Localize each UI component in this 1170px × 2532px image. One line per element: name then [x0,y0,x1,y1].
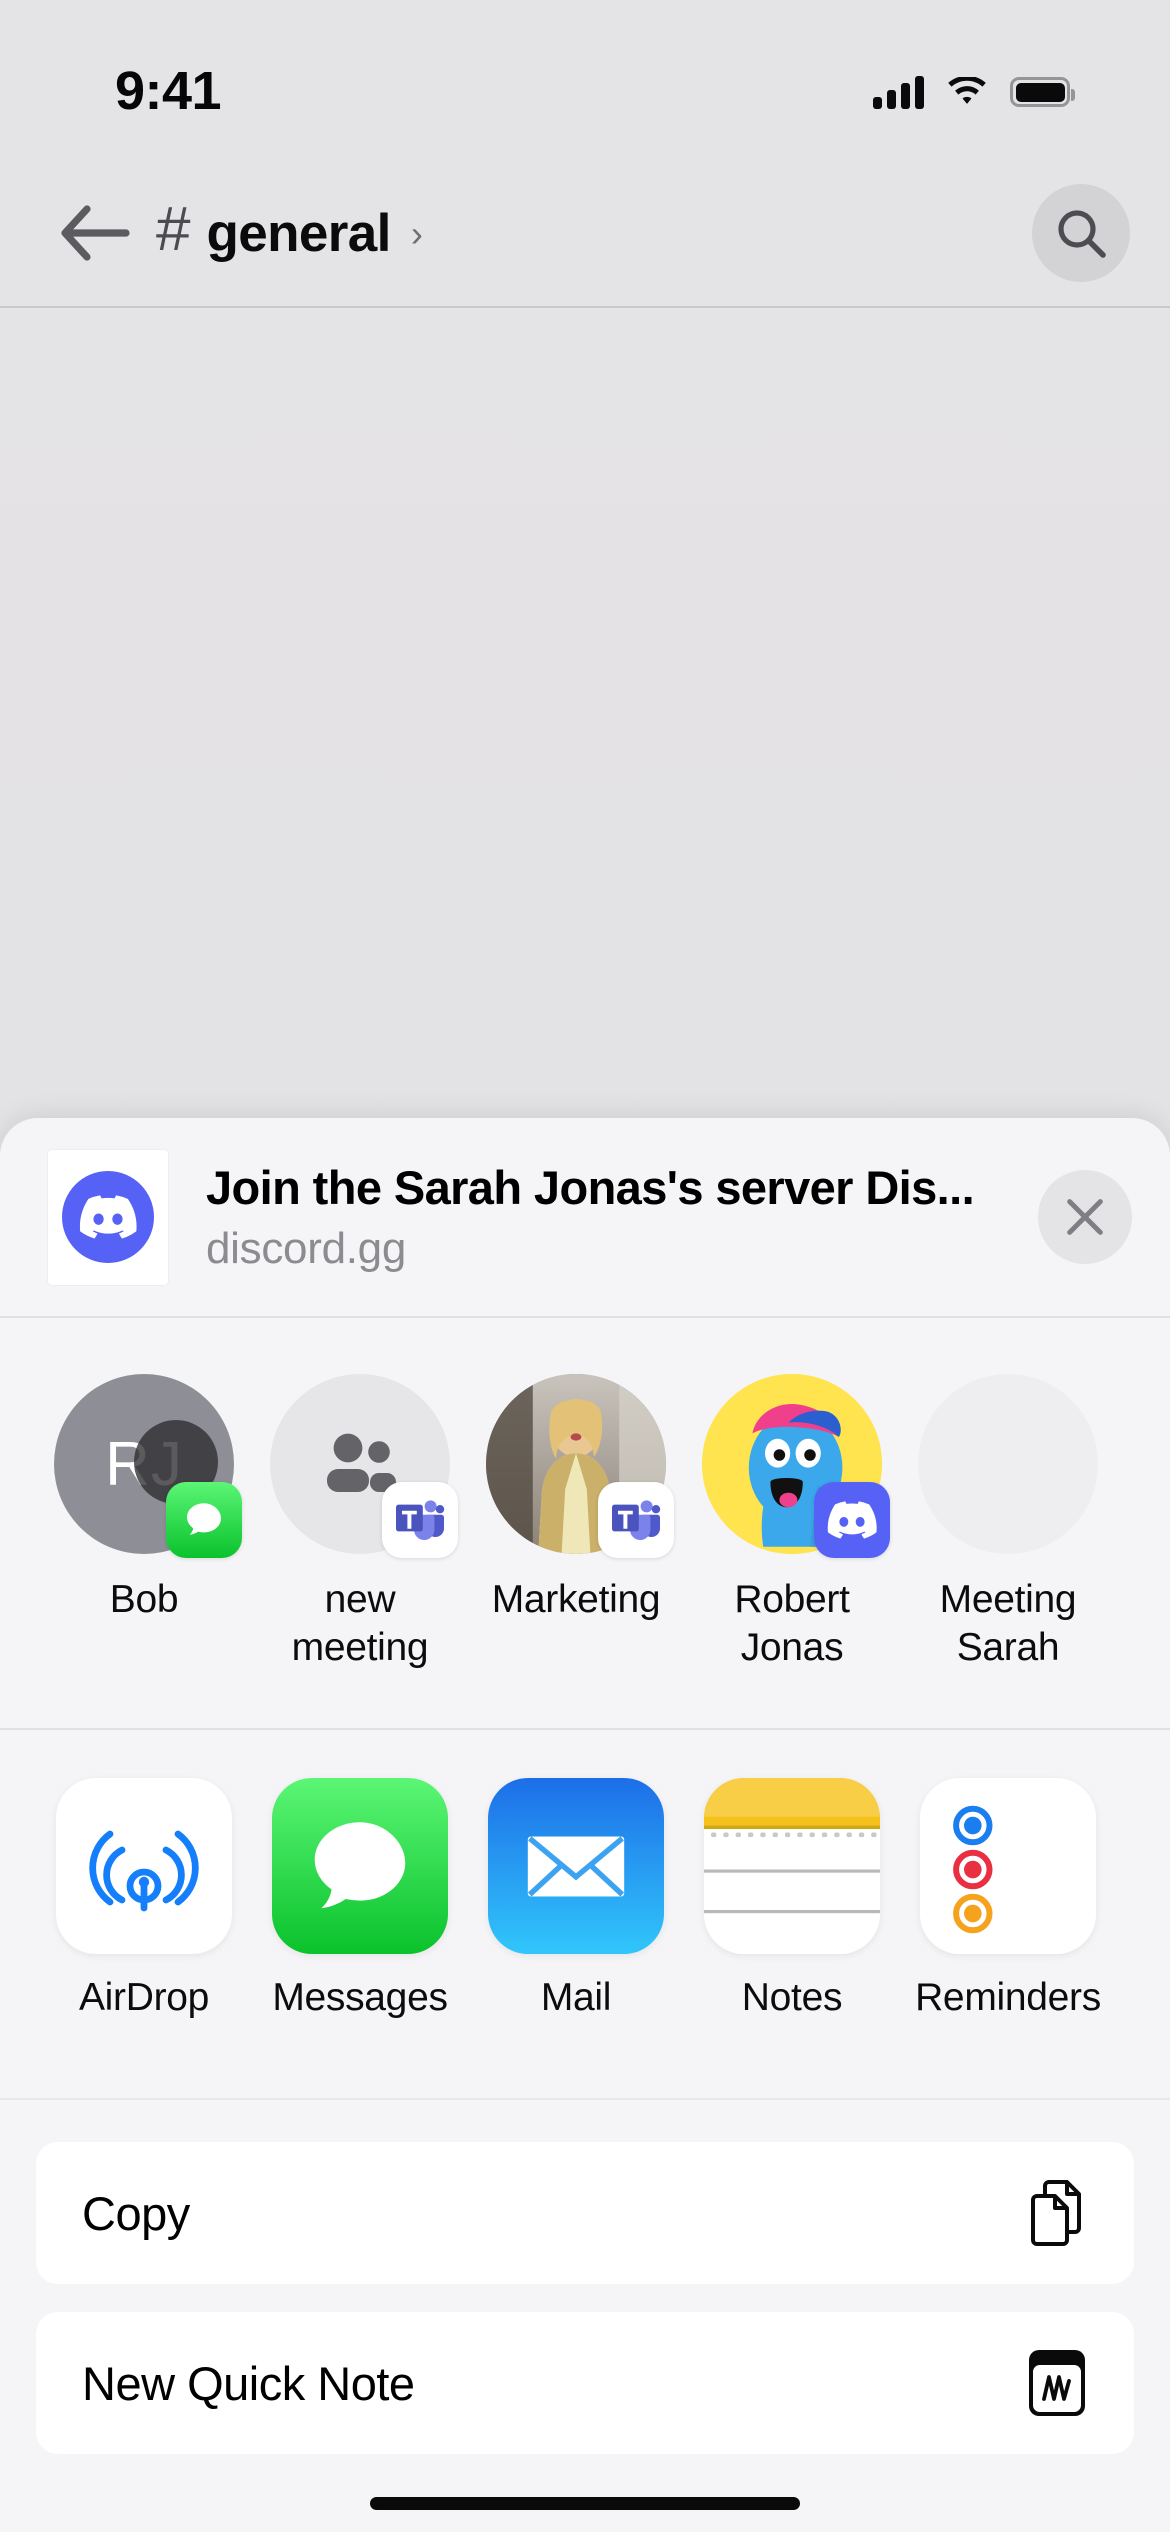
messages-icon [166,1482,242,1558]
chevron-right-icon: › [410,213,423,254]
share-app-airdrop[interactable]: AirDrop [36,1778,252,2020]
hash-icon: # [156,195,191,264]
microsoft-teams-icon [396,1500,445,1540]
close-icon [1067,1199,1103,1235]
action-label: New Quick Note [82,2356,415,2410]
avatar-wrap [702,1374,890,1558]
microsoft-teams-icon [612,1500,661,1540]
contact-item[interactable]: Meeting Sarah [900,1374,1116,1673]
contact-name: new meeting [291,1578,429,1670]
teams-icon [598,1482,674,1558]
app-label: Mail [540,1976,612,2019]
avatar-wrap [486,1374,674,1558]
app-label: Reminders [915,1976,1101,2019]
quick-note-icon [1022,2348,1092,2418]
link-preview-text: Join the Sarah Jonas's server Dis... dis… [206,1160,1038,1273]
avatar-wrap [270,1374,458,1558]
link-favicon [48,1149,168,1285]
quick-note-glyph [1029,2350,1085,2416]
app-label: Notes [741,1976,843,2019]
status-bar-time: 9:41 [115,61,222,121]
cellular-bars-icon [873,75,924,109]
reminders-icon [920,1778,1096,1954]
contact-name: Meeting Sarah [939,1578,1077,1670]
avatar-wrap: RJ [54,1374,242,1558]
home-indicator [370,2497,800,2510]
share-app-notes[interactable]: Notes [684,1778,900,2020]
avatar [918,1374,1098,1554]
link-preview-domain: discord.gg [206,1223,407,1273]
share-actions-list: Copy New Quick Note [0,2100,1170,2454]
share-sheet: Join the Sarah Jonas's server Dis... dis… [0,1118,1170,2532]
chat-bubble-icon [314,1822,406,1909]
copy-icon [1022,2178,1092,2248]
contact-name: Robert Jonas [734,1578,850,1670]
discord-logo-icon [79,1195,137,1239]
app-label: AirDrop [78,1976,210,2019]
contact-item[interactable]: new meeting [252,1374,468,1673]
airdrop-icon [56,1778,232,1954]
chat-bubble-icon [187,1503,221,1535]
arrow-left-icon [61,205,130,261]
share-app-mail[interactable]: Mail [468,1778,684,2020]
search-icon [1058,210,1106,258]
avatar-wrap [918,1374,1098,1554]
back-button[interactable] [52,190,138,276]
iphone-screen: 9:41 # general › Join the Sarah Jonas's … [0,0,1170,2532]
wifi-icon [948,76,986,104]
close-button[interactable] [1038,1170,1132,1264]
notes-icon [704,1778,880,1954]
action-new-quick-note[interactable]: New Quick Note [36,2312,1134,2454]
navigation-bar: # general › [0,160,1170,308]
action-copy[interactable]: Copy [36,2142,1134,2284]
contact-name: Marketing [491,1578,661,1621]
messages-icon [272,1778,448,1954]
action-label: Copy [82,2186,190,2240]
contact-item[interactable]: RJ Bob [36,1374,252,1624]
mail-icon [488,1778,664,1954]
contacts-suggestions-row[interactable]: RJ Bob [0,1318,1170,1730]
link-preview-title: Join the Sarah Jonas's server Dis... [206,1161,975,1215]
channel-title-group[interactable]: # general › [156,199,1032,264]
share-app-messages[interactable]: Messages [252,1778,468,2020]
status-bar-indicators [873,51,1075,109]
app-label: Messages [272,1976,448,2019]
discord-logo-icon [827,1501,877,1539]
battery-full-icon [1010,77,1075,107]
contact-item[interactable]: Marketing [468,1374,684,1624]
contact-name: Bob [109,1578,179,1621]
discord-icon [62,1171,154,1263]
page-title: general [206,203,391,263]
contact-item[interactable]: Robert Jonas [684,1374,900,1673]
airdrop-glyph [89,1830,199,1912]
share-apps-row[interactable]: AirDrop Messages Mail Notes Reminders [0,1730,1170,2100]
share-sheet-header: Join the Sarah Jonas's server Dis... dis… [0,1118,1170,1318]
envelope-icon [527,1836,625,1897]
notepad-icon [704,1778,880,1954]
reminders-dots-icon [920,1778,1096,1954]
search-button[interactable] [1032,184,1130,282]
share-app-reminders[interactable]: Reminders [900,1778,1116,2020]
discord-icon [814,1482,890,1558]
status-bar: 9:41 [0,0,1170,160]
teams-icon [382,1482,458,1558]
copy-documents-icon [1031,2180,1081,2246]
